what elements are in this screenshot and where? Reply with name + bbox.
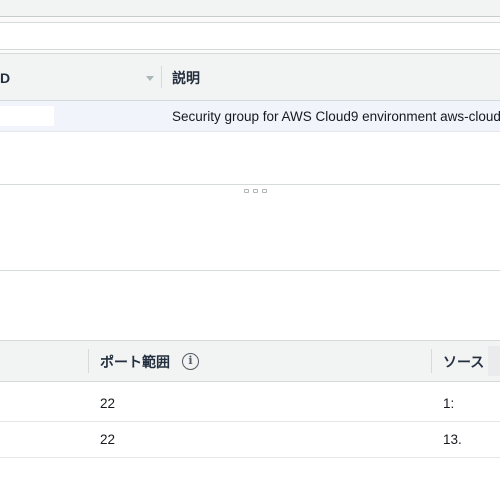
info-icon[interactable]: i <box>182 353 199 370</box>
column-divider[interactable] <box>431 349 432 373</box>
column-header-id[interactable]: D <box>0 70 10 86</box>
rule-port-range: 22 <box>100 432 116 447</box>
tabs-divider <box>0 270 500 271</box>
resize-handle-dot <box>253 189 258 193</box>
column-divider[interactable] <box>161 66 162 88</box>
scroll-edge <box>488 346 500 376</box>
row-description: Security group for AWS Cloud9 environmen… <box>172 109 500 124</box>
sort-down-icon[interactable] <box>146 76 154 81</box>
toolbar-strip <box>0 0 500 16</box>
rule-port-range: 22 <box>100 396 116 411</box>
groups-table-header <box>0 53 500 101</box>
rules-table-header <box>0 340 500 382</box>
row-id-cell <box>0 106 54 126</box>
filter-input[interactable] <box>0 22 500 50</box>
resize-handle-dot <box>244 189 249 193</box>
row-divider <box>0 457 500 458</box>
row-divider <box>0 421 500 422</box>
column-header-port-range: ポート範囲 <box>100 354 170 370</box>
rule-source: 1: <box>443 396 455 411</box>
column-divider[interactable] <box>88 349 89 373</box>
resize-handle-dot <box>262 189 267 193</box>
column-header-description[interactable]: 説明 <box>172 70 200 86</box>
resize-handle-icon[interactable] <box>244 189 267 193</box>
column-header-source: ソース <box>443 354 485 370</box>
split-panel-divider <box>0 184 500 185</box>
rule-source: 13. <box>443 432 462 447</box>
